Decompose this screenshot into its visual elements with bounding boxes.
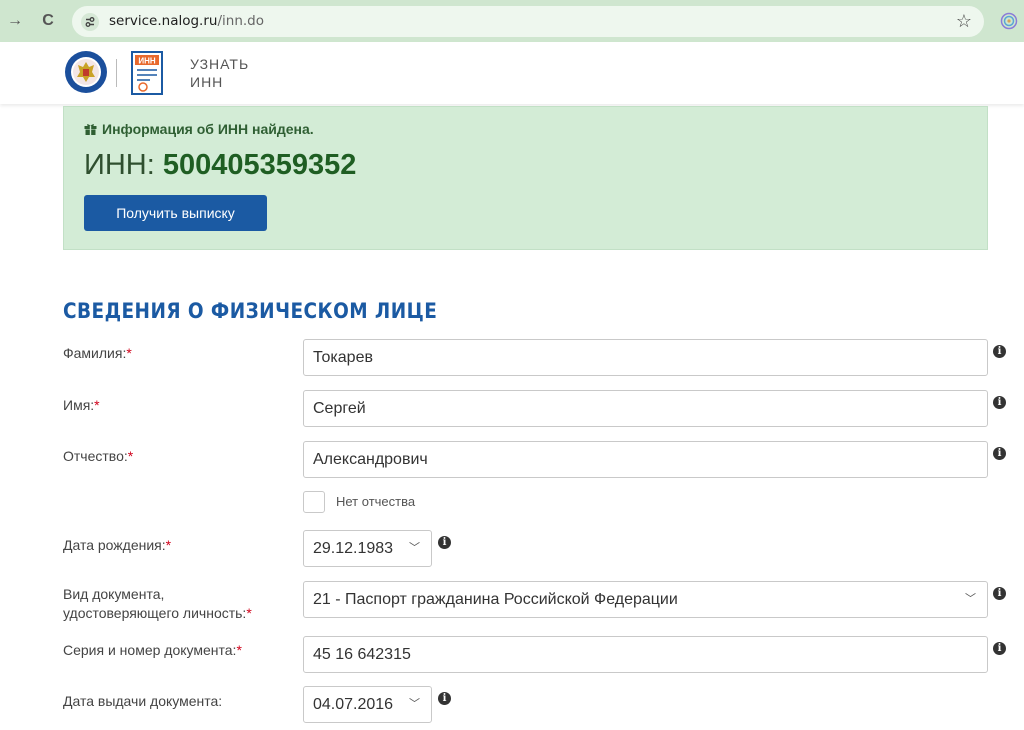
issue-date-info-icon[interactable]: i: [438, 692, 451, 705]
no-patronymic-label[interactable]: Нет отчества: [336, 494, 415, 509]
patronymic-info-icon[interactable]: i: [993, 447, 1006, 460]
chevron-down-icon: ﹀: [965, 593, 976, 605]
doc-number-label: Серия и номер документа:*: [63, 641, 242, 660]
surname-label: Фамилия:*: [63, 344, 132, 363]
patronymic-input[interactable]: Александрович: [303, 441, 988, 478]
doc-type-value: 21 - Паспорт гражданина Российской Федер…: [313, 591, 678, 608]
patronymic-label: Отчество:*: [63, 447, 133, 466]
doc-type-label-line1: Вид документа,: [63, 586, 165, 602]
extension-icon[interactable]: [1000, 12, 1018, 30]
header-title-line1: УЗНАТЬ: [190, 56, 250, 72]
surname-label-text: Фамилия:: [63, 345, 127, 361]
doc-number-label-text: Серия и номер документа:: [63, 642, 237, 658]
surname-info-icon[interactable]: i: [993, 345, 1006, 358]
birth-date-select[interactable]: 29.12.1983 ﹀: [303, 530, 432, 567]
required-mark: *: [94, 397, 100, 413]
inn-display: ИНН: 500405359352: [84, 149, 356, 182]
inn-document-icon-label: ИНН: [138, 57, 156, 66]
reload-icon[interactable]: C: [38, 11, 58, 31]
birth-date-value: 29.12.1983: [313, 540, 394, 557]
address-bar[interactable]: service.nalog.ru/inn.do ☆: [72, 6, 984, 37]
inn-document-icon: ИНН: [130, 50, 170, 98]
issue-date-select[interactable]: 04.07.2016 ﹀: [303, 686, 432, 723]
header-title[interactable]: УЗНАТЬ ИНН: [190, 55, 249, 91]
doc-number-input[interactable]: 45 16 642315: [303, 636, 988, 673]
get-extract-button[interactable]: Получить выписку: [84, 195, 267, 231]
success-message-text: Информация об ИНН найдена.: [102, 121, 314, 137]
name-info-icon[interactable]: i: [993, 396, 1006, 409]
success-message: Информация об ИНН найдена.: [84, 121, 314, 137]
chevron-down-icon: ﹀: [409, 698, 420, 710]
doc-type-info-icon[interactable]: i: [993, 587, 1006, 600]
bookmark-star-icon[interactable]: ☆: [956, 11, 972, 32]
forward-icon[interactable]: →: [5, 11, 25, 31]
url-host: service.nalog.ru: [109, 13, 218, 29]
no-patronymic-checkbox[interactable]: [303, 491, 325, 513]
required-mark: *: [126, 345, 132, 361]
section-title: СВЕДЕНИЯ О ФИЗИЧЕСКОМ ЛИЦЕ: [63, 299, 438, 323]
site-header: ИНН УЗНАТЬ ИНН: [0, 42, 1024, 104]
site-settings-icon[interactable]: [81, 13, 99, 31]
name-input[interactable]: Сергей: [303, 390, 988, 427]
header-title-line2: ИНН: [190, 74, 224, 90]
doc-type-label: Вид документа, удостоверяющего личность:…: [63, 585, 252, 623]
required-mark: *: [236, 642, 242, 658]
header-divider: [116, 59, 117, 87]
doc-type-select[interactable]: 21 - Паспорт гражданина Российской Федер…: [303, 581, 988, 618]
issue-date-label: Дата выдачи документа:: [63, 693, 223, 709]
required-mark: *: [246, 605, 252, 621]
url-path: /inn.do: [217, 13, 265, 29]
required-mark: *: [127, 448, 134, 464]
name-label-text: Имя:: [63, 397, 95, 413]
birth-date-label: Дата рождения:*: [63, 536, 171, 555]
inn-value: 500405359352: [162, 149, 357, 181]
birth-date-label-text: Дата рождения:: [63, 537, 166, 553]
fns-emblem-logo[interactable]: [64, 50, 108, 94]
inn-label: ИНН:: [84, 149, 155, 181]
chevron-down-icon: ﹀: [409, 542, 420, 554]
inn-result-panel: Информация об ИНН найдена. ИНН: 50040535…: [63, 106, 988, 250]
browser-toolbar: → C service.nalog.ru/inn.do ☆: [0, 0, 1024, 42]
gift-icon: [84, 122, 97, 135]
issue-date-value: 04.07.2016: [313, 696, 394, 713]
name-label: Имя:*: [63, 396, 100, 415]
url-text[interactable]: service.nalog.ru/inn.do: [109, 13, 264, 29]
birth-date-info-icon[interactable]: i: [438, 536, 451, 549]
surname-input[interactable]: Токарев: [303, 339, 988, 376]
doc-number-info-icon[interactable]: i: [993, 642, 1006, 655]
patronymic-label-text: Отчество:: [63, 448, 128, 464]
doc-type-label-line2: удостоверяющего личность:: [63, 605, 247, 621]
required-mark: *: [165, 537, 172, 553]
